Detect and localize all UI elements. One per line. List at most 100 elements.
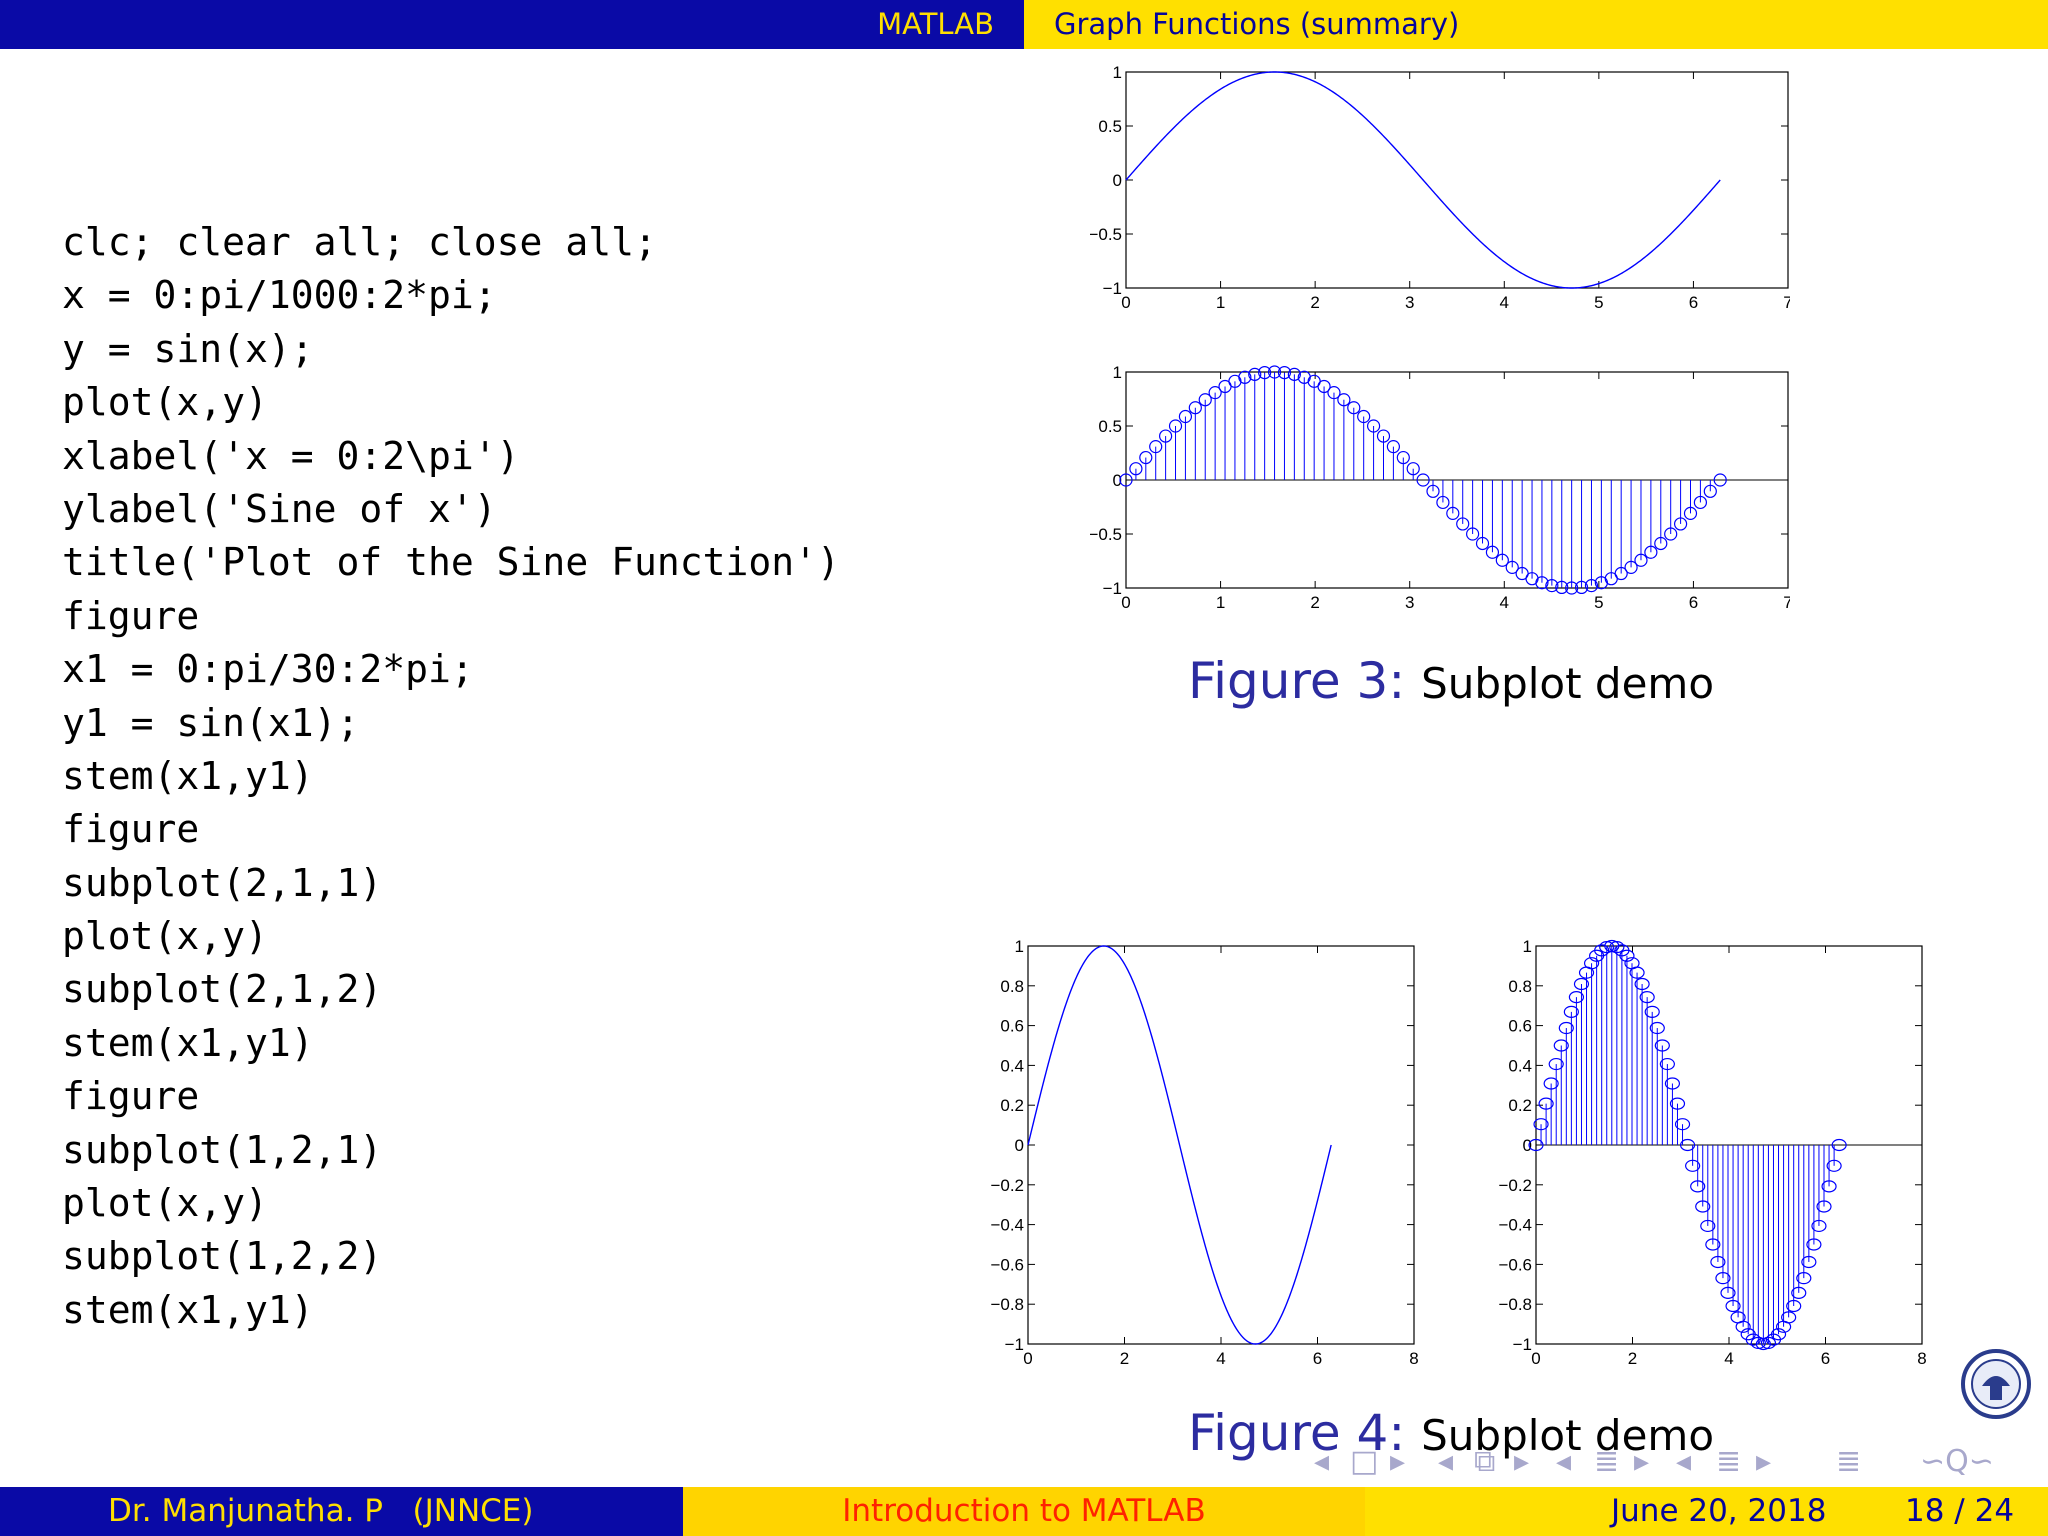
x-tick-label: 6 xyxy=(1313,1349,1322,1368)
x-tick-label: 6 xyxy=(1821,1349,1830,1368)
x-tick-label: 8 xyxy=(1917,1349,1926,1368)
x-tick-label: 0 xyxy=(1121,293,1130,312)
y-tick-label: −0.5 xyxy=(1090,525,1122,544)
footer-date: June 20, 2018 xyxy=(1611,1493,1827,1529)
x-tick-label: 7 xyxy=(1783,593,1790,612)
line-plot-sine: 0 1 2 3 4 5 6 7 1 0.5 0 −0.5 −1 xyxy=(1090,63,1790,312)
nav-frame-next-icon[interactable]: ▸ xyxy=(1390,1444,1405,1479)
footer-author: Dr. Manjunatha. P (JNNCE) xyxy=(108,1493,534,1529)
y-tick-label: −1 xyxy=(1513,1335,1532,1354)
header-right-section: Graph Functions (summary) xyxy=(1024,0,2048,49)
x-tick-label: 8 xyxy=(1409,1349,1418,1368)
nav-toc-icon[interactable]: ≣ xyxy=(1716,1444,1741,1479)
code-line: figure xyxy=(62,1074,200,1119)
y-tick-label: −0.4 xyxy=(990,1216,1024,1235)
figure-3-label: Figure 3: xyxy=(1188,652,1406,710)
y-tick-label: −0.6 xyxy=(1498,1255,1532,1274)
code-line: title('Plot of the Sine Function') xyxy=(62,540,840,585)
x-tick-label: 6 xyxy=(1689,593,1698,612)
footer-page-number: 18 / 24 xyxy=(1905,1493,2015,1529)
x-tick-label: 0 xyxy=(1023,1349,1032,1368)
nav-subsection-next-icon[interactable]: ▸ xyxy=(1514,1444,1529,1479)
y-tick-label: −0.2 xyxy=(1498,1176,1532,1195)
code-line: clc; clear all; close all; xyxy=(62,220,657,264)
header-section-title: MATLAB xyxy=(877,7,994,41)
y-tick-label: 1 xyxy=(1523,937,1532,956)
x-tick-label: 1 xyxy=(1216,293,1225,312)
figure-3-bottom-plot: 0 1 2 3 4 5 6 7 1 0.5 0 −0.5 −1 xyxy=(1090,362,1790,622)
code-line: subplot(2,1,1) xyxy=(62,860,383,905)
x-tick-label: 2 xyxy=(1120,1349,1129,1368)
header-bar: MATLAB Graph Functions (summary) xyxy=(0,0,2048,49)
x-tick-label: 2 xyxy=(1628,1349,1637,1368)
x-tick-label: 2 xyxy=(1310,593,1319,612)
y-tick-label: 1 xyxy=(1113,363,1122,382)
y-tick-label: −0.8 xyxy=(990,1295,1024,1314)
nav-appendix-icon[interactable]: ≣ xyxy=(1836,1444,1861,1479)
code-line: subplot(2,1,2) xyxy=(62,967,383,1012)
y-tick-label: 0.6 xyxy=(1000,1017,1024,1036)
nav-toc-next-icon[interactable]: ▸ xyxy=(1756,1444,1771,1479)
x-tick-label: 5 xyxy=(1594,593,1603,612)
sine-curve xyxy=(1125,71,1721,289)
y-tick-label: 0.2 xyxy=(1000,1096,1024,1115)
code-listing: clc; clear all; close all; x = 0:pi/1000:… xyxy=(62,216,840,1337)
x-tick-label: 4 xyxy=(1724,1349,1733,1368)
code-line: xlabel('x = 0:2\pi') xyxy=(62,433,520,478)
y-tick-label: −0.2 xyxy=(990,1176,1024,1195)
y-tick-label: 0 xyxy=(1113,171,1122,190)
nav-subsection-prev-icon[interactable]: ◂ xyxy=(1438,1444,1453,1479)
x-tick-label: 6 xyxy=(1689,293,1698,312)
x-tick-label: 1 xyxy=(1216,593,1225,612)
nav-frame-prev-icon[interactable]: ◂ xyxy=(1314,1444,1329,1479)
code-line: x1 = 0:pi/30:2*pi; xyxy=(62,647,474,692)
plot-axes-box xyxy=(1027,945,1415,1345)
header-frame-title: Graph Functions (summary) xyxy=(1054,7,1460,41)
x-tick-label: 4 xyxy=(1216,1349,1225,1368)
footer-date-section: June 20, 2018 18 / 24 xyxy=(1365,1487,2048,1536)
stem-plot-sine-narrow: 0 2 4 6 8 1 0.8 0.6 0.4 0.2 0 −0.2 −0.4 −0.6 −0.8 −1 xyxy=(1498,937,1926,1368)
nav-frame-icon[interactable]: □ xyxy=(1350,1444,1378,1479)
footer-bar: Dr. Manjunatha. P (JNNCE) Introduction t… xyxy=(0,1487,2048,1536)
x-tick-label: 5 xyxy=(1594,293,1603,312)
y-tick-label: 0.8 xyxy=(1000,977,1024,996)
figure-4-right-plot: 0 2 4 6 8 1 0.8 0.6 0.4 0.2 0 −0.2 −0.4 −0.6 −0.8 −1 xyxy=(1468,936,1928,1376)
y-tick-label: 0.5 xyxy=(1098,417,1122,436)
x-tick-label: 0 xyxy=(1121,593,1130,612)
header-left-section: MATLAB xyxy=(0,0,1024,49)
nav-section-next-icon[interactable]: ▸ xyxy=(1634,1444,1649,1479)
code-line: figure xyxy=(62,593,200,638)
footer-title: Introduction to MATLAB xyxy=(842,1493,1206,1529)
code-line: y = sin(x); xyxy=(62,326,314,371)
code-line: plot(x,y) xyxy=(62,1181,268,1226)
nav-toc-prev-icon[interactable]: ◂ xyxy=(1676,1444,1691,1479)
sine-curve xyxy=(1027,945,1332,1345)
college-seal-logo xyxy=(1960,1348,2032,1424)
x-tick-label: 2 xyxy=(1310,293,1319,312)
footer-author-section: Dr. Manjunatha. P (JNNCE) xyxy=(0,1487,683,1536)
x-tick-label: 7 xyxy=(1783,293,1790,312)
nav-search-icon[interactable]: ∽Q∽ xyxy=(1920,1444,1994,1479)
x-tick-label: 4 xyxy=(1500,593,1509,612)
figure-3-top-plot: 0 1 2 3 4 5 6 7 1 0.5 0 −0.5 −1 xyxy=(1090,62,1790,322)
y-tick-label: −1 xyxy=(1103,579,1122,598)
code-line: stem(x1,y1) xyxy=(62,1287,314,1332)
nav-section-prev-icon[interactable]: ◂ xyxy=(1556,1444,1571,1479)
code-line: x = 0:pi/1000:2*pi; xyxy=(62,273,497,318)
code-line: plot(x,y) xyxy=(62,380,268,425)
code-line: figure xyxy=(62,807,200,852)
code-line: stem(x1,y1) xyxy=(62,1020,314,1065)
y-tick-label: 1 xyxy=(1113,63,1122,82)
y-tick-label: −0.8 xyxy=(1498,1295,1532,1314)
x-tick-label: 0 xyxy=(1531,1349,1540,1368)
nav-section-icon[interactable]: ≣ xyxy=(1594,1444,1619,1479)
y-tick-label: 0.8 xyxy=(1508,977,1532,996)
x-tick-label: 4 xyxy=(1500,293,1509,312)
y-tick-label: −0.4 xyxy=(1498,1216,1532,1235)
footer-title-section: Introduction to MATLAB xyxy=(683,1487,1365,1536)
nav-subsection-icon[interactable]: ⧉ xyxy=(1474,1444,1495,1479)
figure-3-caption: Figure 3: Subplot demo xyxy=(1188,652,1714,710)
code-line: stem(x1,y1) xyxy=(62,753,314,798)
code-line: y1 = sin(x1); xyxy=(62,700,360,745)
y-tick-label: 0.5 xyxy=(1098,117,1122,136)
